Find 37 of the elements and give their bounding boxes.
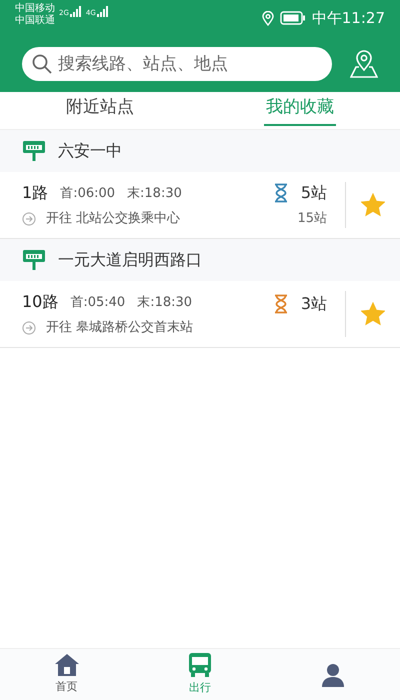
first-bus-time: 首:05:40 bbox=[70, 294, 126, 312]
route-number: 10路 bbox=[22, 291, 58, 314]
second-bus-stops: 15站 bbox=[297, 210, 327, 228]
tab[interactable]: 附近站点 bbox=[0, 92, 200, 129]
tab[interactable]: 我的收藏 bbox=[200, 92, 400, 129]
first-bus-time: 首:06:00 bbox=[60, 184, 116, 202]
nav-tab[interactable]: 出行 bbox=[133, 649, 267, 700]
bus-icon bbox=[186, 652, 213, 678]
route-direction: 开往 北站公交换乘中心 bbox=[46, 210, 180, 228]
home-icon bbox=[54, 653, 80, 678]
signal-icon bbox=[96, 6, 109, 17]
user-icon bbox=[320, 662, 346, 688]
nav-tab[interactable]: 首页 bbox=[0, 649, 134, 700]
map-pin-icon bbox=[350, 50, 378, 78]
bus-stop-icon bbox=[22, 249, 46, 271]
search-field[interactable]: 搜索线路、站点、地点 bbox=[22, 47, 332, 81]
stops-away: 3站 bbox=[300, 292, 327, 314]
last-bus-time: 末:18:30 bbox=[127, 184, 182, 202]
arrow-circle-icon bbox=[22, 212, 36, 226]
search-icon bbox=[32, 54, 52, 74]
star-icon bbox=[361, 302, 385, 326]
stops-away: 5站 bbox=[300, 182, 327, 204]
bus-stop-icon bbox=[22, 140, 46, 162]
route-direction: 开往 皋城路桥公交首末站 bbox=[46, 319, 194, 338]
map-location-button[interactable] bbox=[350, 50, 378, 78]
location-icon bbox=[262, 10, 274, 26]
star-icon bbox=[361, 193, 385, 217]
signal-icon bbox=[70, 6, 82, 17]
station-name: 六安一中 bbox=[58, 140, 122, 162]
station-name: 一元大道启明西路口 bbox=[58, 249, 202, 271]
battery-icon bbox=[280, 11, 306, 26]
arrow-circle-icon bbox=[22, 321, 36, 335]
clock-time: 中午11:27 bbox=[312, 8, 385, 29]
route-number: 1路 bbox=[22, 182, 48, 204]
carrier-name: 中国移动 bbox=[15, 3, 55, 14]
carrier-name: 中国联通 bbox=[15, 15, 55, 27]
last-bus-time: 末:18:30 bbox=[137, 294, 192, 312]
